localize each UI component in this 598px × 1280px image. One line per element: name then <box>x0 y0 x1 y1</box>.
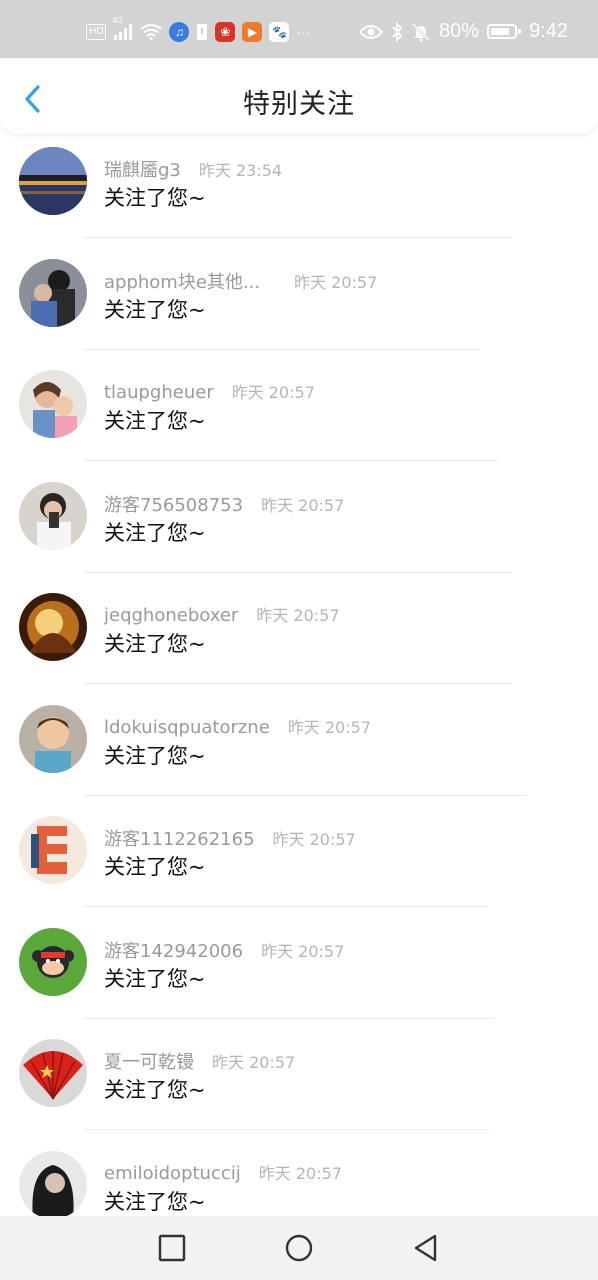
timestamp: 昨天 20:57 <box>261 941 345 961</box>
timestamp: 昨天 20:57 <box>258 1163 342 1183</box>
name-time-line: tlaupgheuer 昨天 20:57 <box>104 379 315 403</box>
name-time-line: ldokuisqpuatorzne 昨天 20:57 <box>104 714 371 738</box>
user-name[interactable]: 游客1112262165 <box>104 825 255 851</box>
message-text: 关注了您~ <box>104 743 206 768</box>
divider <box>84 794 526 796</box>
message-text: 关注了您~ <box>104 1189 206 1214</box>
clock: 9:42 <box>529 20 568 42</box>
follow-notification-list[interactable]: 瑞麒靥g3 昨天 23:54 关注了您~ apphom块e其他... 昨天 20:57 关… <box>0 134 598 1216</box>
huawei-app-icon: ❀ <box>215 22 236 42</box>
bluetooth-icon <box>391 21 403 42</box>
message-text: 关注了您~ <box>104 186 206 210</box>
name-time-line: 瑞麒靥g3 昨天 23:54 <box>104 156 283 182</box>
sim-icon <box>196 23 208 41</box>
name-time-line: 游客756508753 昨天 20:57 <box>104 491 345 517</box>
name-time-line: 游客142942006 昨天 20:57 <box>104 937 345 963</box>
signal-icon: 4G <box>112 16 133 40</box>
message-text: 关注了您~ <box>104 297 206 322</box>
user-name[interactable]: ldokuisqpuatorzne <box>104 717 270 738</box>
user-name[interactable]: 游客756508753 <box>104 491 243 517</box>
system-nav-bar <box>0 1216 598 1280</box>
message-text: 关注了您~ <box>104 632 206 656</box>
message-text: 关注了您~ <box>104 520 206 545</box>
battery-icon <box>487 24 522 39</box>
divider <box>84 237 512 238</box>
timestamp: 昨天 20:57 <box>287 717 371 737</box>
wifi-icon <box>140 24 163 40</box>
mother-child-avatar[interactable] <box>19 370 87 438</box>
mute-bell-icon <box>411 22 431 42</box>
divider <box>84 683 512 684</box>
list-item[interactable]: jeqghoneboxer 昨天 20:57 关注了您~ <box>0 580 598 692</box>
home-button[interactable] <box>283 1232 315 1264</box>
eye-icon <box>359 24 384 40</box>
more-notifications: ··· <box>296 24 311 40</box>
user-name[interactable]: apphom块e其他... <box>104 268 260 294</box>
list-item[interactable]: 夏一可乾镘 昨天 20:57 关注了您~ <box>0 1026 598 1138</box>
battery-percent: 80% <box>439 20 480 42</box>
list-item[interactable]: apphom块e其他... 昨天 20:57 关注了您~ <box>0 246 598 358</box>
hd-icon: HD <box>86 24 107 40</box>
music-app-icon: ♫ <box>169 22 190 42</box>
page-title: 特别关注 <box>243 89 355 120</box>
status-icons-left: HD 4G ♫ ❀ ▶ 🐾 ··· <box>86 16 311 42</box>
message-text: 关注了您~ <box>104 966 206 991</box>
woman-portrait-avatar[interactable] <box>19 1150 87 1216</box>
user-name[interactable]: jeqghoneboxer <box>104 605 238 626</box>
list-item[interactable]: emiloidoptuccij 昨天 20:57 关注了您~ <box>0 1138 598 1216</box>
nav-back-button[interactable] <box>410 1232 442 1264</box>
monkey-cartoon-avatar[interactable] <box>19 927 87 996</box>
battery-level <box>491 28 509 35</box>
divider <box>84 348 480 350</box>
timestamp: 昨天 20:57 <box>294 272 378 292</box>
user-name[interactable]: 瑞麒靥g3 <box>104 156 181 182</box>
network-type: 4G <box>112 16 124 25</box>
message-text: 关注了您~ <box>104 855 206 879</box>
user-name[interactable]: emiloidoptuccij <box>104 1163 241 1184</box>
timestamp: 昨天 20:57 <box>256 606 340 625</box>
timestamp: 昨天 23:54 <box>198 161 283 180</box>
list-item[interactable]: ldokuisqpuatorzne 昨天 20:57 关注了您~ <box>0 692 598 804</box>
divider <box>84 906 488 907</box>
timestamp: 昨天 20:57 <box>272 830 356 849</box>
couple-photo-avatar[interactable] <box>19 258 87 327</box>
divider <box>84 460 498 461</box>
boy-avatar[interactable] <box>19 704 87 773</box>
name-time-line: jeqghoneboxer 昨天 20:57 <box>104 602 340 626</box>
user-name[interactable]: tlaupgheuer <box>104 382 214 403</box>
list-item[interactable]: 游客142942006 昨天 20:57 关注了您~ <box>0 915 598 1027</box>
list-item[interactable]: 瑞麒靥g3 昨天 23:54 关注了您~ <box>0 134 598 246</box>
lake-night-avatar[interactable] <box>19 147 87 215</box>
recent-apps-button[interactable] <box>156 1232 188 1264</box>
name-time-line: 游客1112262165 昨天 20:57 <box>104 825 356 851</box>
timestamp: 昨天 20:57 <box>261 495 345 515</box>
letter-e-avatar[interactable] <box>19 816 87 884</box>
name-time-line: 夏一可乾镘 昨天 20:57 <box>104 1048 296 1074</box>
recent-apps-icon <box>158 1234 186 1262</box>
back-icon <box>414 1234 437 1262</box>
timestamp: 昨天 20:57 <box>212 1053 296 1072</box>
name-time-line: emiloidoptuccij 昨天 20:57 <box>104 1160 342 1184</box>
list-item[interactable]: tlaupgheuer 昨天 20:57 关注了您~ <box>0 357 598 469</box>
status-bar: HD 4G ♫ ❀ ▶ 🐾 ··· 80% 9:42 <box>0 0 598 58</box>
divider <box>84 1129 490 1130</box>
baidu-app-icon: 🐾 <box>269 22 290 42</box>
message-text: 关注了您~ <box>104 409 206 433</box>
home-icon <box>285 1234 313 1262</box>
selfie-avatar[interactable] <box>19 481 87 550</box>
name-time-line: apphom块e其他... 昨天 20:57 <box>104 268 378 294</box>
status-icons-right: 80% 9:42 <box>359 20 568 43</box>
list-item[interactable]: 游客756508753 昨天 20:57 关注了您~ <box>0 469 598 581</box>
fire-girl-avatar[interactable] <box>19 593 87 661</box>
user-name[interactable]: 游客142942006 <box>104 937 243 963</box>
china-fan-avatar[interactable] <box>19 1039 87 1107</box>
divider <box>84 571 512 573</box>
list-item[interactable]: 游客1112262165 昨天 20:57 关注了您~ <box>0 803 598 915</box>
divider <box>84 1017 494 1019</box>
timestamp: 昨天 20:57 <box>231 383 315 402</box>
message-text: 关注了您~ <box>104 1078 206 1102</box>
video-app-icon: ▶ <box>242 22 263 42</box>
top-app-bar: 特别关注 <box>0 58 598 134</box>
user-name[interactable]: 夏一可乾镘 <box>104 1048 194 1074</box>
